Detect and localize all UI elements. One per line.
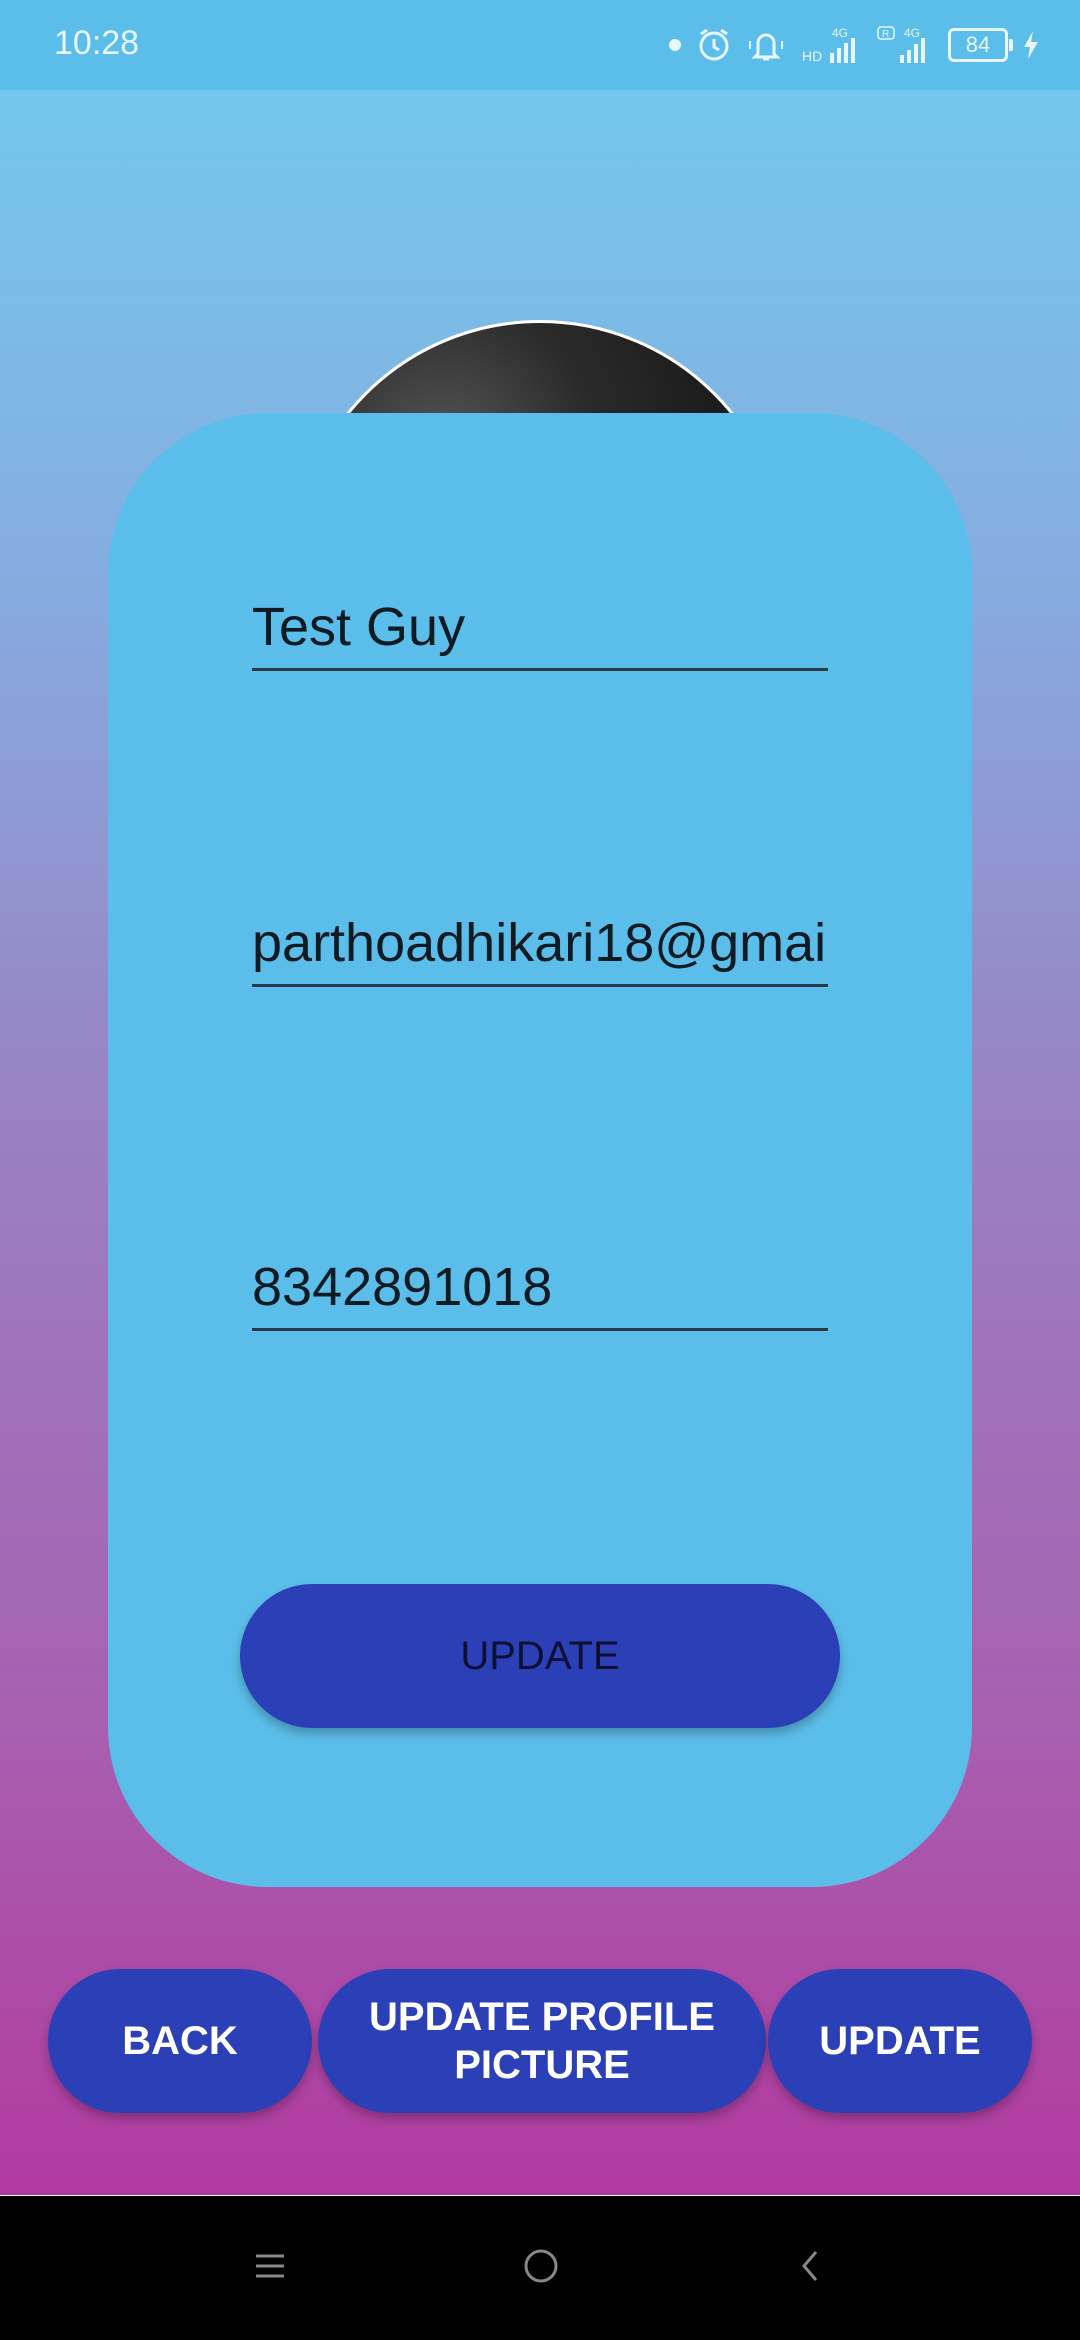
- signal-hd-4g-icon: HD 4G: [802, 26, 855, 64]
- vibrate-icon: [749, 33, 783, 61]
- bottom-update-button[interactable]: UPDATE: [768, 1969, 1032, 2113]
- battery-icon: 84: [948, 28, 1013, 62]
- home-icon[interactable]: [522, 2244, 560, 2288]
- svg-text:4G: 4G: [904, 26, 920, 40]
- phone-field-value: 8342891018: [252, 1257, 553, 1317]
- battery-level: 84: [965, 32, 991, 57]
- back-icon[interactable]: [796, 2244, 824, 2288]
- name-field[interactable]: Test Guy: [252, 580, 828, 671]
- status-time: 10:28: [54, 24, 140, 62]
- navigation-bar: [0, 2196, 1080, 2340]
- charging-icon: [1024, 31, 1038, 59]
- alarm-icon: [699, 28, 729, 61]
- email-field[interactable]: parthoadhikari18@gmai: [252, 896, 828, 987]
- phone-field[interactable]: 8342891018: [252, 1240, 828, 1331]
- menu-icon[interactable]: [254, 2244, 286, 2288]
- name-field-value: Test Guy: [252, 597, 466, 657]
- email-field-value: parthoadhikari18@gmai: [252, 913, 827, 973]
- status-bar: 10:28 HD 4G R 4G 84: [0, 0, 1080, 90]
- status-icons: HD 4G R 4G 84: [668, 22, 1040, 68]
- notification-dot-icon: [669, 39, 681, 51]
- card-update-button[interactable]: UPDATE: [240, 1584, 840, 1728]
- back-button[interactable]: BACK: [48, 1969, 312, 2113]
- svg-text:4G: 4G: [832, 26, 848, 40]
- svg-text:HD: HD: [802, 48, 822, 64]
- svg-text:R: R: [882, 29, 889, 40]
- signal-r-4g-icon: R 4G: [877, 26, 925, 63]
- update-profile-picture-button[interactable]: UPDATE PROFILE PICTURE: [318, 1969, 766, 2113]
